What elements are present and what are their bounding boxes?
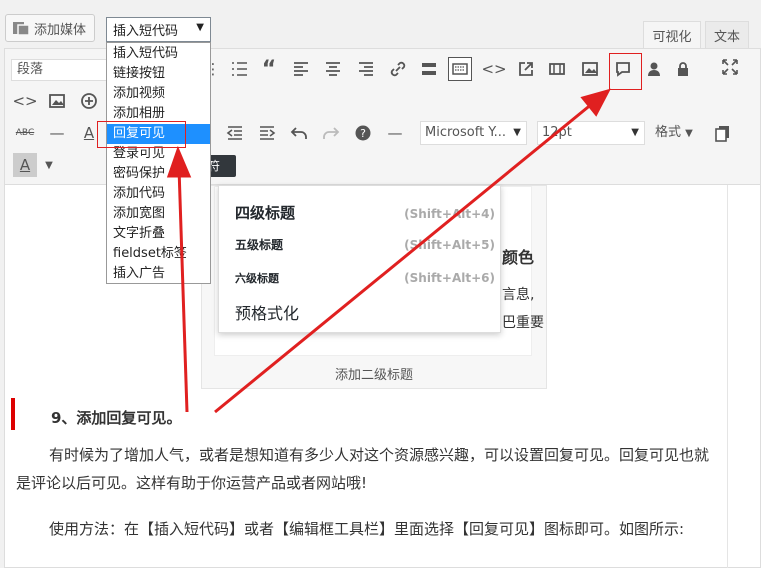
user-icon[interactable] (642, 57, 666, 81)
figure-caption: 添加二级标题 (334, 368, 413, 383)
dropdown-option[interactable]: fieldset标签 (107, 244, 210, 264)
scrollbar[interactable] (727, 185, 728, 568)
dropdown-option[interactable]: 插入广告 (107, 264, 210, 284)
video-icon[interactable] (545, 57, 569, 81)
help-icon[interactable]: ? (351, 121, 375, 145)
dropdown-option[interactable]: 插入短代码 (107, 44, 210, 64)
tab-visual[interactable]: 可视化 (643, 21, 701, 48)
add-icon[interactable] (77, 89, 101, 113)
code-tag-icon[interactable]: <> (12, 89, 37, 113)
background-color-icon[interactable]: A (13, 153, 37, 177)
format-select[interactable]: 段落 (11, 59, 111, 81)
section-marker (11, 398, 15, 430)
strikethrough-icon[interactable]: ABC (13, 121, 37, 145)
heading-shortcut: (Shift+Alt+4) (404, 207, 495, 221)
heading-menu-item: 四级标题 (Shift+Alt+4) (235, 202, 495, 223)
styles-label: 格式 (655, 125, 682, 140)
heading-label: 预格式化 (235, 304, 300, 323)
styles-button[interactable]: 格式 ▼ (655, 121, 705, 145)
heading-shortcut: (Shift+Alt+6) (404, 271, 495, 285)
font-size-value: 12pt (542, 125, 572, 140)
insert-shortcode-value: 插入短代码 (113, 24, 179, 39)
font-family-select[interactable]: Microsoft Y... ▼ (420, 121, 527, 145)
chevron-down-icon: ▼ (513, 127, 521, 138)
chevron-down-icon: ▼ (631, 127, 639, 138)
caret-down-icon[interactable]: ▼ (37, 153, 61, 177)
heading-menu: 四级标题 (Shift+Alt+4) 五级标题 (Shift+Alt+5) 六级标题… (218, 185, 501, 333)
gallery-icon[interactable] (45, 89, 69, 113)
dropdown-option[interactable]: 添加视频 (107, 84, 210, 104)
media-icon (12, 19, 30, 37)
toolbar-toggle-icon[interactable] (448, 57, 472, 81)
link-icon[interactable] (386, 57, 410, 81)
lock-icon[interactable] (671, 57, 695, 81)
chevron-down-icon: ▼ (196, 22, 204, 33)
indent-icon[interactable] (255, 121, 279, 145)
align-center-icon[interactable] (321, 57, 345, 81)
read-more-icon[interactable] (417, 57, 441, 81)
dropdown-option[interactable]: 密码保护 (107, 164, 210, 184)
dropdown-option[interactable]: 链接按钮 (107, 64, 210, 84)
undo-icon[interactable] (287, 121, 311, 145)
svg-text:?: ? (360, 127, 366, 140)
paste-text-icon[interactable] (711, 121, 735, 145)
dropdown-option[interactable]: 添加宽图 (107, 204, 210, 224)
fullscreen-icon[interactable] (718, 55, 742, 79)
insert-shortcode-select[interactable]: 插入短代码 ▼ (106, 17, 211, 42)
code-icon[interactable]: <> (481, 57, 506, 81)
image-icon[interactable] (578, 57, 602, 81)
figure-fragment: 言息, (502, 287, 535, 303)
tab-text[interactable]: 文本 (705, 21, 749, 48)
font-size-select[interactable]: 12pt ▼ (537, 121, 645, 145)
section-title: 9、添加回复可见。 (51, 409, 182, 427)
paragraph: 使用方法：在【插入短代码】或者【编辑框工具栏】里面选择【回复可见】图标即可。如图… (49, 520, 685, 538)
dropdown-option[interactable]: 文字折叠 (107, 224, 210, 244)
separator-icon[interactable]: — (383, 121, 407, 145)
heading-label: 六级标题 (235, 272, 279, 285)
horizontal-line-icon[interactable]: — (45, 121, 69, 145)
figure-fragment: 颜色 (502, 248, 535, 267)
heading-label: 四级标题 (235, 204, 296, 222)
heading-menu-item: 五级标题 (Shift+Alt+5) (235, 236, 495, 253)
heading-shortcut: (Shift+Alt+5) (404, 238, 495, 252)
font-family-value: Microsoft Y... (425, 125, 506, 140)
blockquote-icon[interactable]: “ (257, 57, 281, 82)
numbered-list-icon[interactable] (227, 57, 251, 81)
heading-menu-item: 六级标题 (Shift+Alt+6) (235, 270, 495, 286)
figure-fragment: 巴重要 (502, 315, 544, 331)
paragraph: 有时候为了增加人气，或者是想知道有多少人对这个资源感兴趣，可以设置回复可见。回复… (16, 446, 710, 492)
outdent-icon[interactable] (223, 121, 247, 145)
add-media-button[interactable]: 添加媒体 (5, 14, 95, 42)
heading-label: 五级标题 (235, 238, 284, 252)
dropdown-option[interactable]: 添加代码 (107, 184, 210, 204)
annotation-box-reply-visible (97, 121, 186, 148)
align-left-icon[interactable] (289, 57, 313, 81)
add-media-label: 添加媒体 (34, 22, 87, 38)
heading-menu-item: 预格式化 (235, 300, 495, 324)
caret-down-icon: ▼ (685, 128, 693, 139)
annotation-box-toolbar-icon (609, 53, 642, 90)
align-right-icon[interactable] (354, 57, 378, 81)
redo-icon[interactable] (319, 121, 343, 145)
shortcode-dropdown: 插入短代码 链接按钮 添加视频 添加相册 回复可见 登录可见 密码保护 添加代码… (106, 42, 211, 284)
external-link-icon[interactable] (514, 57, 538, 81)
